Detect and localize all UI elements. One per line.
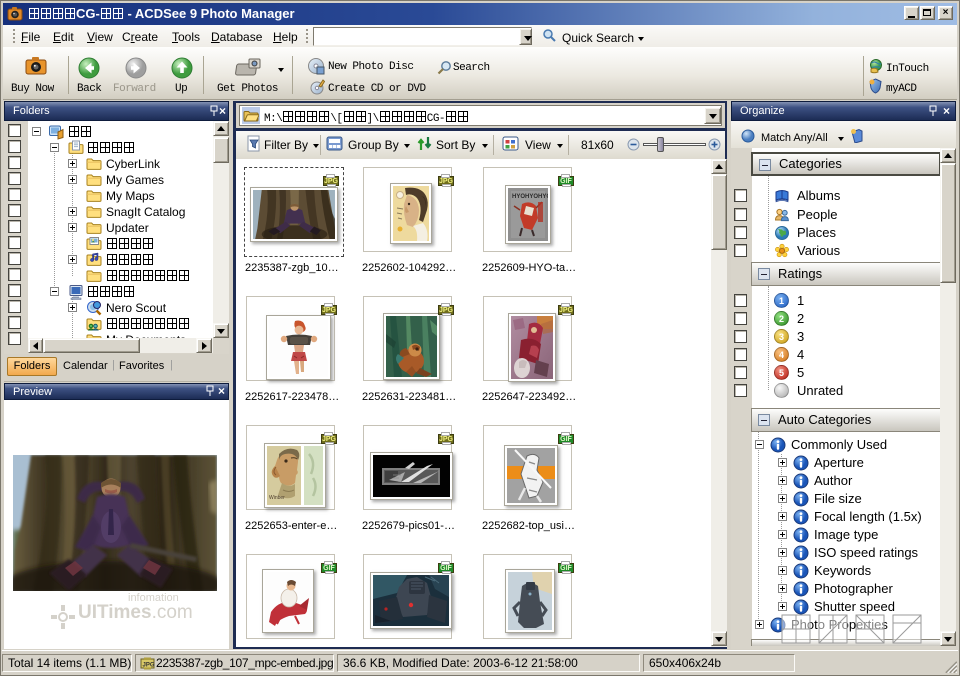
svg-text:HYOHYOHYO: HYOHYOHYO — [512, 194, 548, 200]
svg-text:JPG: JPG — [143, 663, 155, 669]
svg-text:Winber: Winber — [269, 495, 285, 501]
